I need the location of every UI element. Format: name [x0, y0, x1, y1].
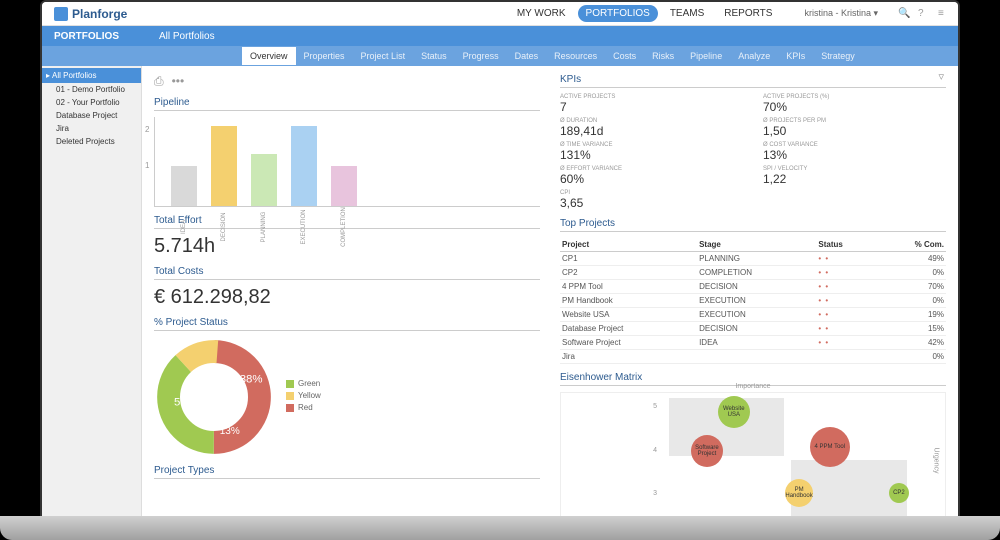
kpi-item: Ø Cost Variance13% — [763, 142, 946, 162]
tab-kpis[interactable]: KPIs — [778, 47, 813, 65]
search-icon[interactable]: 🔍 — [890, 5, 906, 22]
total-effort-title: Total Effort — [154, 215, 540, 229]
filter-icon[interactable]: ▿ — [938, 70, 944, 83]
brand-logo: Planforge — [54, 7, 127, 21]
kpis-title: KPIs — [560, 74, 946, 88]
more-icon[interactable]: ••• — [172, 74, 185, 89]
tab-status[interactable]: Status — [413, 47, 455, 65]
bar-execution: EXECUTION — [291, 126, 317, 206]
kpi-item: Ø Duration189,41d — [560, 118, 743, 138]
bubble-cp2[interactable]: CP2 — [889, 483, 909, 503]
top-bar: Planforge MY WORK PORTFOLIOS TEAMS REPOR… — [42, 2, 958, 26]
bar-completion: COMPLETION — [331, 166, 357, 206]
pipeline-title: Pipeline — [154, 97, 540, 111]
kpi-item: SPI / Velocity1,22 — [763, 166, 946, 186]
kpi-item: Ø Projects per PM1,50 — [763, 118, 946, 138]
legend-item: Yellow — [286, 391, 321, 400]
tab-dates[interactable]: Dates — [507, 47, 547, 65]
sidebar-header[interactable]: All Portfolios — [42, 68, 141, 83]
svg-text:13%: 13% — [220, 426, 240, 437]
tab-analyze[interactable]: Analyze — [730, 47, 778, 65]
table-row[interactable]: CP2COMPLETION• •0% — [560, 266, 946, 280]
sidebar-item[interactable]: Jira — [42, 122, 141, 135]
sidebar: All Portfolios 01 - Demo Portfolio02 - Y… — [42, 66, 142, 520]
eisenhower-chart: Importance Urgency 543Website USA4 PPM T… — [560, 392, 946, 520]
tab-costs[interactable]: Costs — [605, 47, 644, 65]
tab-overview[interactable]: Overview — [242, 47, 296, 65]
section-band: PORTFOLIOS All Portfolios — [42, 26, 958, 46]
tab-risks[interactable]: Risks — [644, 47, 682, 65]
settings-icon[interactable]: ≡ — [930, 5, 946, 22]
total-effort-value: 5.714h — [154, 235, 540, 258]
portfolio-title: All Portfolios — [159, 31, 215, 42]
bubble-software-project[interactable]: Software Project — [691, 435, 723, 467]
table-row[interactable]: Website USAEXECUTION• •19% — [560, 308, 946, 322]
top-projects-table: Project Stage Status % Com. CP1PLANNING•… — [560, 238, 946, 364]
legend-item: Red — [286, 403, 321, 412]
bubble-website-usa[interactable]: Website USA — [718, 396, 750, 428]
print-icon[interactable]: ⎙ — [154, 74, 164, 89]
tab-pipeline[interactable]: Pipeline — [682, 47, 730, 65]
nav-teams[interactable]: TEAMS — [662, 5, 712, 22]
sidebar-item[interactable]: 02 - Your Portfolio — [42, 96, 141, 109]
kpi-item: Active Projects7 — [560, 94, 743, 114]
user-menu[interactable]: kristina - Kristina ▾ — [796, 5, 886, 22]
sidebar-item[interactable]: 01 - Demo Portfolio — [42, 83, 141, 96]
help-icon[interactable]: ? — [910, 5, 926, 22]
bubble-4-ppm-tool[interactable]: 4 PPM Tool — [810, 427, 850, 467]
tab-properties[interactable]: Properties — [296, 47, 353, 65]
tab-project-list[interactable]: Project List — [353, 47, 414, 65]
table-row[interactable]: CP1PLANNING• •49% — [560, 252, 946, 266]
total-costs-title: Total Costs — [154, 266, 540, 280]
bubble-pm-handbook[interactable]: PM Handbook — [785, 479, 813, 507]
table-row[interactable]: Jira0% — [560, 350, 946, 364]
table-row[interactable]: PM HandbookEXECUTION• •0% — [560, 294, 946, 308]
project-status-chart: 38% 13% 50% Green Yellow Red — [154, 337, 540, 457]
project-types-title: Project Types — [154, 465, 540, 479]
kpi-item: CPI3,65 — [560, 190, 743, 210]
kpi-item: Active Projects (%)70% — [763, 94, 946, 114]
tab-bar: OverviewPropertiesProject ListStatusProg… — [42, 46, 958, 66]
section-name: PORTFOLIOS — [54, 31, 119, 42]
sidebar-item[interactable]: Deleted Projects — [42, 135, 141, 148]
table-row[interactable]: 4 PPM ToolDECISION• •70% — [560, 280, 946, 294]
nav-reports[interactable]: REPORTS — [716, 5, 780, 22]
kpi-item — [763, 190, 946, 210]
svg-text:38%: 38% — [240, 374, 263, 386]
tab-resources[interactable]: Resources — [546, 47, 605, 65]
bar-decision: DECISION — [211, 126, 237, 206]
top-projects-title: Top Projects — [560, 218, 946, 232]
bar-idea: IDEA — [171, 166, 197, 206]
table-row[interactable]: Software ProjectIDEA• •42% — [560, 336, 946, 350]
laptop-base — [0, 516, 1000, 540]
kpi-item: Ø Effort Variance60% — [560, 166, 743, 186]
legend-item: Green — [286, 379, 321, 388]
kpi-item: Ø Time Variance131% — [560, 142, 743, 162]
tab-strategy[interactable]: Strategy — [813, 47, 863, 65]
table-row[interactable]: Database ProjectDECISION• •15% — [560, 322, 946, 336]
nav-mywork[interactable]: MY WORK — [509, 5, 574, 22]
tab-progress[interactable]: Progress — [455, 47, 507, 65]
project-status-title: % Project Status — [154, 317, 540, 331]
svg-text:50%: 50% — [174, 397, 197, 409]
nav-portfolios[interactable]: PORTFOLIOS — [578, 5, 658, 22]
total-costs-value: € 612.298,82 — [154, 286, 540, 309]
sidebar-item[interactable]: Database Project — [42, 109, 141, 122]
bar-planning: PLANNING — [251, 154, 277, 206]
pipeline-chart: IDEA DECISION PLANNING EXECUTION COMPLETION — [154, 117, 540, 207]
